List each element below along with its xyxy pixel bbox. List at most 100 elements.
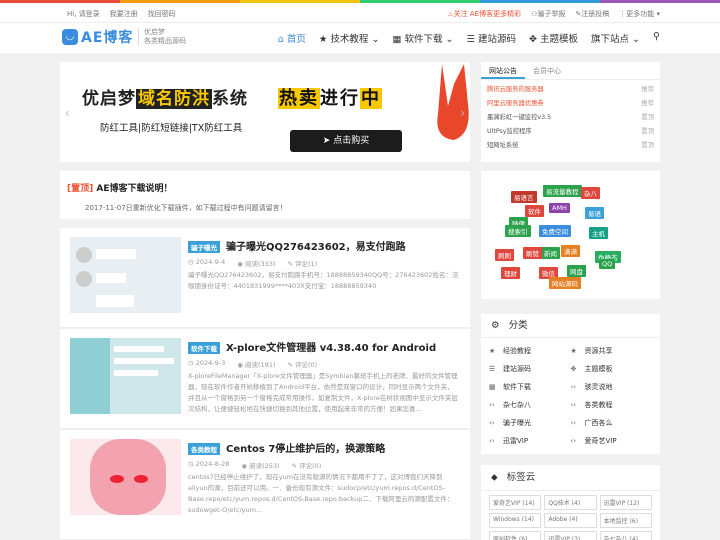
top-bar: Hi, 请登录 我要注册 找回密码 ♨关注 AE博客更多精彩 ⚇骗子举报 ✎注册…	[0, 3, 720, 23]
post-title-text: 骗子曝光QQ276423602，易支付跑路	[226, 242, 406, 253]
post-item[interactable]: 骗子曝光 骗子曝光QQ276423602，易支付跑路 ◷ 2024-9-4 ◉ 阅…	[60, 228, 470, 328]
tag-item[interactable]: QQ技术 (4)	[544, 495, 597, 510]
pinned-notice[interactable]: [置顶] AE博客下载说明！ 2017-11-07日重新优化下载插件，如下载过程…	[60, 171, 470, 219]
cloud-tag[interactable]: QQ	[599, 259, 616, 269]
pinned-tag: [置顶]	[67, 184, 94, 194]
post-item[interactable]: 软件下载 X-plore文件管理器 v4.38.40 for Android ◷ …	[60, 329, 470, 429]
list-item[interactable]: UltPsy监控程序 置顶	[481, 125, 660, 139]
tags-header: ⬥ 标签云	[481, 465, 660, 491]
cloud-tag[interactable]: 网站源码	[549, 277, 581, 289]
chevron-left-icon[interactable]: ‹	[65, 106, 70, 120]
cloud-tag[interactable]: 软件	[525, 205, 544, 217]
cloud-tag[interactable]: 搜索引	[505, 225, 531, 237]
nav-software[interactable]: ▦ 软件下载 ⌄	[392, 31, 453, 45]
cloud-tag[interactable]: 易语言	[511, 191, 537, 203]
flame-shape-icon	[437, 64, 469, 140]
submit-link[interactable]: ✎注册投稿	[575, 9, 609, 19]
category-item[interactable]: ‹› 杂七杂八	[489, 396, 571, 414]
cloud-tag[interactable]: 刷刷	[495, 249, 514, 261]
cloud-tag[interactable]: 易语	[585, 207, 604, 219]
post-item[interactable]: 各类教程 Centos 7停止维护后的，换源策略 ◷ 2024-8-28 ◉ 阅读…	[60, 430, 470, 540]
category-label: 软件下载	[503, 383, 531, 391]
tab-announcements[interactable]: 网站公告	[481, 62, 525, 79]
category-item[interactable]: ▦ 软件下载	[489, 378, 571, 396]
tag-item[interactable]: Windows (14)	[489, 513, 542, 528]
nav-home[interactable]: ⌂ 首页	[278, 31, 306, 45]
list-item[interactable]: 腾讯云服务的服务器 推荐	[481, 83, 660, 97]
cloud-tag[interactable]: 满满	[561, 245, 580, 257]
tag-item[interactable]: 迅雷VIP (3)	[544, 531, 597, 540]
post-title[interactable]: 各类教程 Centos 7停止维护后的，换源策略	[188, 440, 385, 455]
cloud-tag[interactable]: 刷赞	[523, 247, 542, 259]
logo-icon: ◡	[62, 29, 78, 45]
tag-item[interactable]: 原创软件 (6)	[489, 531, 542, 540]
category-grid: ★ 经验教程 ★ 资源共享 ☰ 建站源码 ✥ 主题模板 ▦ 软件下载 ‹› 骇灵说地 ‹› 杂…	[481, 338, 660, 454]
follow-link[interactable]: ♨关注 AE博客更多精彩	[447, 9, 521, 19]
category-label: 爱奇艺VIP	[584, 437, 617, 445]
category-item[interactable]: ‹› 骇灵说地	[571, 378, 653, 396]
category-label: 建站源码	[503, 365, 531, 373]
search-icon[interactable]: ⚲	[653, 31, 660, 45]
grid-icon: ▦	[392, 34, 402, 45]
register-link[interactable]: 我要注册	[110, 9, 138, 19]
post-thumbnail[interactable]	[70, 338, 181, 414]
puzzle-icon: ✥	[529, 34, 537, 45]
list-item[interactable]: 墨渊彩虹一键监控v3.5 置顶	[481, 111, 660, 125]
category-item[interactable]: ‹› 各类教程	[571, 396, 653, 414]
category-item[interactable]: ‹› 爱奇艺VIP	[571, 432, 653, 450]
tag-icon: ⬥	[491, 472, 498, 483]
nav-source[interactable]: ☰ 建站源码	[466, 31, 516, 45]
post-title-text: X-plore文件管理器 v4.38.40 for Android	[226, 343, 437, 354]
nav-sites[interactable]: 旗下站点 ⌄	[591, 31, 640, 45]
cloud-tag[interactable]: 网盘	[567, 265, 586, 277]
category-label: 主题模板	[584, 365, 613, 373]
cloud-tag[interactable]: 新闻	[541, 247, 560, 259]
site-logo[interactable]: ◡ AE博客	[62, 27, 133, 47]
tag-item[interactable]: 杂七杂八 (4)	[599, 531, 652, 540]
category-item[interactable]: ‹› 广西各么	[571, 414, 653, 432]
post-thumbnail[interactable]	[70, 237, 181, 313]
category-item[interactable]: ☰ 建站源码	[489, 360, 571, 378]
chevron-right-icon[interactable]: ›	[460, 106, 465, 120]
cloud-tag[interactable]: 理财	[501, 267, 520, 279]
post-meta: ◷ 2024-9-4 ◉ 阅读(333) ✎ 评论(1)	[188, 258, 317, 268]
cloud-tag[interactable]: 主机	[589, 227, 608, 239]
tag-item[interactable]: 迅雷VIP (12)	[599, 495, 652, 510]
category-header: ⚙ 分类	[481, 314, 660, 338]
main-nav: ⌂ 首页 ★ 技术教程 ⌄ ▦ 软件下载 ⌄ ☰ 建站源码 ✥ 主题模板 旗下站…	[278, 31, 660, 45]
more-menu[interactable]: ⋮更多功能 ▾	[619, 9, 660, 19]
post-title[interactable]: 骗子曝光 骗子曝光QQ276423602，易支付跑路	[188, 238, 406, 253]
post-category-tag[interactable]: 软件下载	[188, 342, 220, 354]
promo-banner[interactable]: ‹ 优启梦 域名防洪 系统 热卖进行中 防红工具|防红短链接|TX防红工具 ➤ 点击…	[60, 62, 470, 162]
login-link[interactable]: Hi, 请登录	[67, 9, 100, 19]
post-date-text: 2024-8-28	[195, 460, 230, 468]
post-category-tag[interactable]: 各类教程	[188, 443, 220, 455]
nav-tutorials[interactable]: ★ 技术教程 ⌄	[319, 31, 380, 45]
notice-item-date: 置顶	[641, 142, 654, 149]
category-item[interactable]: ★ 资源共享	[571, 342, 653, 360]
nav-themes[interactable]: ✥ 主题模板	[529, 31, 578, 45]
home-icon: ⌂	[277, 34, 284, 45]
report-link[interactable]: ⚇骗子举报	[531, 9, 565, 19]
list-item[interactable]: 短网址系统 置顶	[481, 139, 660, 153]
tag-item[interactable]: 本地监控 (6)	[599, 513, 652, 528]
forgot-password-link[interactable]: 找回密码	[148, 9, 176, 19]
post-category-tag[interactable]: 骗子曝光	[188, 241, 220, 253]
category-item[interactable]: ‹› 骗子曝光	[489, 414, 571, 432]
tag-item[interactable]: Adobe (4)	[544, 513, 597, 528]
post-title[interactable]: 软件下载 X-plore文件管理器 v4.38.40 for Android	[188, 339, 436, 354]
category-item[interactable]: ★ 经验教程	[489, 342, 571, 360]
code-icon: ‹›	[489, 401, 495, 409]
cloud-tag[interactable]: 免费空间	[539, 225, 571, 237]
cloud-tag[interactable]: 杂八	[581, 187, 600, 199]
tab-member-center[interactable]: 会员中心	[525, 62, 569, 79]
category-item[interactable]: ‹› 迅雷VIP	[489, 432, 571, 450]
buy-button[interactable]: ➤ 点击购买	[290, 130, 402, 152]
post-thumbnail[interactable]	[70, 439, 181, 515]
list-item[interactable]: 阿里云服务器优惠券 推荐	[481, 97, 660, 111]
category-item[interactable]: ✥ 主题模板	[571, 360, 653, 378]
cloud-tag[interactable]: 易流量教程	[543, 185, 582, 197]
banner-title-a: 优启梦	[82, 89, 136, 109]
cloud-tag[interactable]: AMH	[549, 203, 570, 213]
tag-item[interactable]: 爱奇艺VIP (14)	[489, 495, 542, 510]
